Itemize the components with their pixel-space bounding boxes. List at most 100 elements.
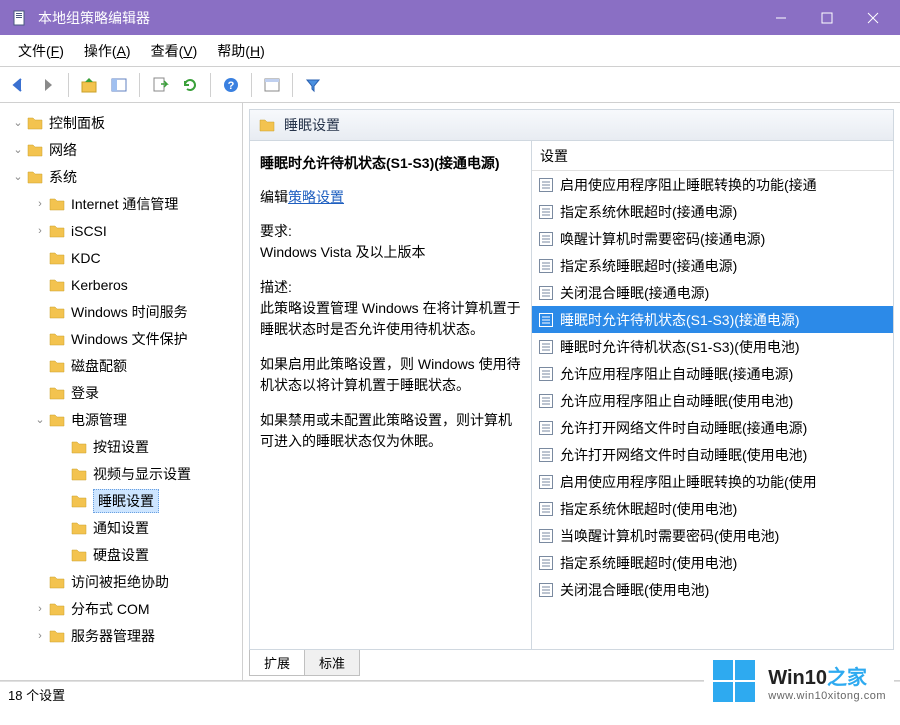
tree-item-label: 按钮设置: [93, 437, 149, 457]
tree-item[interactable]: KDC: [0, 244, 242, 271]
back-button[interactable]: [4, 71, 32, 99]
minimize-button[interactable]: [758, 0, 804, 35]
tree-toggle-icon[interactable]: [32, 360, 48, 372]
list-item[interactable]: 指定系统休眠超时(使用电池): [532, 495, 893, 522]
list-item-label: 允许打开网络文件时自动睡眠(使用电池): [560, 445, 807, 465]
list-scroll[interactable]: 启用使应用程序阻止睡眠转换的功能(接通指定系统休眠超时(接通电源) 唤醒计算机时需…: [532, 171, 893, 649]
tree-toggle-icon[interactable]: [54, 549, 70, 561]
tree-toggle-icon[interactable]: [32, 576, 48, 588]
tree-item[interactable]: Windows 时间服务: [0, 298, 242, 325]
tree-item-label: 通知设置: [93, 518, 149, 538]
tree-item-label: 系统: [49, 167, 77, 187]
tree-toggle-icon[interactable]: ⌄: [10, 170, 26, 183]
properties-button[interactable]: [258, 71, 286, 99]
help-button[interactable]: ?: [217, 71, 245, 99]
separator: [251, 73, 252, 97]
tree-item[interactable]: 硬盘设置: [0, 541, 242, 568]
tree-item[interactable]: ⌄ 电源管理: [0, 406, 242, 433]
tree-toggle-icon[interactable]: [54, 495, 70, 507]
tree-item[interactable]: Kerberos: [0, 271, 242, 298]
list-item[interactable]: 启用使应用程序阻止睡眠转换的功能(使用: [532, 468, 893, 495]
list-item[interactable]: 允许应用程序阻止自动睡眠(接通电源): [532, 360, 893, 387]
tree-toggle-icon[interactable]: [32, 279, 48, 291]
tree-item[interactable]: ⌄ 系统: [0, 163, 242, 190]
up-button[interactable]: [75, 71, 103, 99]
filter-button[interactable]: [299, 71, 327, 99]
description-p2: 如果启用此策略设置，则 Windows 使用待机状态以将计算机置于睡眠状态。: [260, 354, 521, 396]
tree-toggle-icon[interactable]: ›: [32, 198, 48, 210]
list-item[interactable]: 指定系统睡眠超时(使用电池): [532, 549, 893, 576]
tree-toggle-icon[interactable]: ›: [32, 630, 48, 642]
list-header[interactable]: 设置: [532, 141, 893, 171]
menubar: 文件(F) 操作(A) 查看(V) 帮助(H): [0, 35, 900, 67]
refresh-button[interactable]: [176, 71, 204, 99]
export-button[interactable]: [146, 71, 174, 99]
content-title: 睡眠设置: [284, 115, 340, 135]
tree-item[interactable]: ⌄网络: [0, 136, 242, 163]
list-item[interactable]: 睡眠时允许待机状态(S1-S3)(接通电源): [532, 306, 893, 333]
tree-toggle-icon[interactable]: [54, 441, 70, 453]
tree-item[interactable]: 登录: [0, 379, 242, 406]
tree-scroll[interactable]: ⌄控制面板⌄网络⌄系统›Internet 通信管理›iSCSI KDC Kerb…: [0, 103, 242, 680]
folder-icon: [258, 116, 276, 134]
list-item-label: 启用使应用程序阻止睡眠转换的功能(接通: [560, 175, 817, 195]
tree-toggle-icon[interactable]: [32, 387, 48, 399]
list-item[interactable]: 指定系统睡眠超时(接通电源): [532, 252, 893, 279]
tree-item[interactable]: ⌄控制面板: [0, 109, 242, 136]
list-item[interactable]: 指定系统休眠超时(接通电源): [532, 198, 893, 225]
close-button[interactable]: [850, 0, 896, 35]
list-item[interactable]: 关闭混合睡眠(接通电源): [532, 279, 893, 306]
list-item-label: 关闭混合睡眠(接通电源): [560, 283, 709, 303]
edit-prefix: 编辑: [260, 189, 288, 205]
show-hide-tree-button[interactable]: [105, 71, 133, 99]
separator: [292, 73, 293, 97]
menu-file[interactable]: 文件(F): [8, 37, 74, 65]
edit-policy-link[interactable]: 策略设置: [288, 189, 344, 205]
tree-item[interactable]: ›Internet 通信管理: [0, 190, 242, 217]
tree-item[interactable]: ›服务器管理器: [0, 622, 242, 649]
list-item-label: 睡眠时允许待机状态(S1-S3)(接通电源): [560, 310, 800, 330]
tree-item[interactable]: 通知设置: [0, 514, 242, 541]
list-item[interactable]: 睡眠时允许待机状态(S1-S3)(使用电池): [532, 333, 893, 360]
tree-item[interactable]: 视频与显示设置: [0, 460, 242, 487]
tree-toggle-icon[interactable]: ›: [32, 603, 48, 615]
tree-toggle-icon[interactable]: ⌄: [10, 143, 26, 156]
list-item-label: 指定系统休眠超时(接通电源): [560, 202, 737, 222]
column-header-setting[interactable]: 设置: [540, 142, 569, 170]
tab-standard[interactable]: 标准: [304, 650, 360, 676]
tree-item-label: 电源管理: [71, 410, 127, 430]
tree-item[interactable]: ›分布式 COM: [0, 595, 242, 622]
list-item[interactable]: 允许打开网络文件时自动睡眠(使用电池): [532, 441, 893, 468]
tree-toggle-icon[interactable]: ⌄: [32, 413, 48, 426]
menu-view[interactable]: 查看(V): [141, 37, 208, 65]
list-item[interactable]: 允许应用程序阻止自动睡眠(使用电池): [532, 387, 893, 414]
tree-item[interactable]: 磁盘配额: [0, 352, 242, 379]
tree-toggle-icon[interactable]: [32, 333, 48, 345]
tree-item-label: 睡眠设置: [93, 489, 159, 513]
tree-toggle-icon[interactable]: [32, 306, 48, 318]
menu-action[interactable]: 操作(A): [74, 37, 141, 65]
list-item-label: 指定系统睡眠超时(接通电源): [560, 256, 737, 276]
policy-title: 睡眠时允许待机状态(S1-S3)(接通电源): [260, 153, 521, 173]
tree-item[interactable]: Windows 文件保护: [0, 325, 242, 352]
list-item-label: 关闭混合睡眠(使用电池): [560, 580, 709, 600]
tab-extended[interactable]: 扩展: [249, 650, 305, 676]
maximize-button[interactable]: [804, 0, 850, 35]
forward-button[interactable]: [34, 71, 62, 99]
tree-item[interactable]: 访问被拒绝协助: [0, 568, 242, 595]
tree-item[interactable]: 按钮设置: [0, 433, 242, 460]
list-item[interactable]: 关闭混合睡眠(使用电池): [532, 576, 893, 603]
tree-toggle-icon[interactable]: [54, 468, 70, 480]
list-item-label: 唤醒计算机时需要密码(接通电源): [560, 229, 765, 249]
list-item[interactable]: 允许打开网络文件时自动睡眠(接通电源): [532, 414, 893, 441]
list-item[interactable]: 唤醒计算机时需要密码(接通电源): [532, 225, 893, 252]
tree-toggle-icon[interactable]: [32, 252, 48, 264]
tree-toggle-icon[interactable]: [54, 522, 70, 534]
tree-item[interactable]: 睡眠设置: [0, 487, 242, 514]
list-item[interactable]: 当唤醒计算机时需要密码(使用电池): [532, 522, 893, 549]
tree-item[interactable]: ›iSCSI: [0, 217, 242, 244]
tree-toggle-icon[interactable]: ›: [32, 225, 48, 237]
menu-help[interactable]: 帮助(H): [207, 37, 274, 65]
list-item[interactable]: 启用使应用程序阻止睡眠转换的功能(接通: [532, 171, 893, 198]
tree-toggle-icon[interactable]: ⌄: [10, 116, 26, 129]
